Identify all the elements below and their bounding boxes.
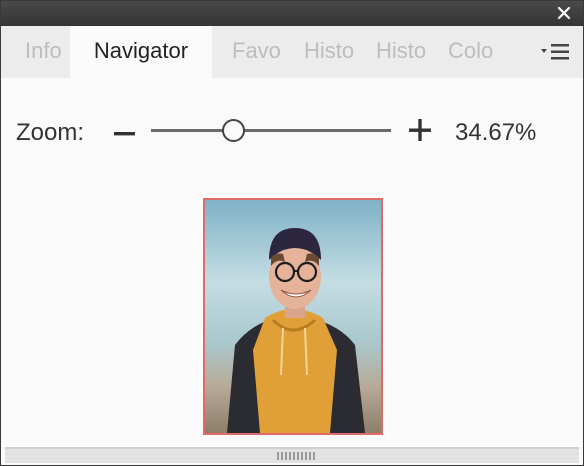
tab-bar: Info Navigator Favo Histo Histo Colo <box>1 26 583 78</box>
tab-favorites[interactable]: Favo <box>232 26 286 78</box>
photo-thumbnail <box>205 200 381 433</box>
close-icon[interactable] <box>555 4 573 22</box>
tab-info[interactable]: Info <box>25 26 69 78</box>
navigator-panel: Info Navigator Favo Histo Histo Colo Zoo… <box>0 0 584 466</box>
resize-grip-icon[interactable] <box>277 452 317 460</box>
minus-icon[interactable] <box>113 121 137 145</box>
panel-resize-bar[interactable] <box>5 447 579 463</box>
zoom-label: Zoom: <box>16 119 85 146</box>
slider-track[interactable] <box>151 129 391 132</box>
title-bar[interactable] <box>1 1 583 26</box>
tab-navigator[interactable]: Navigator <box>70 26 212 78</box>
zoom-slider[interactable] <box>151 118 391 144</box>
plus-icon[interactable] <box>408 118 432 142</box>
navigator-view-rectangle[interactable] <box>203 198 383 435</box>
tab-histogram[interactable]: Histo <box>304 26 358 78</box>
tab-history[interactable]: Histo <box>376 26 430 78</box>
tab-color[interactable]: Colo <box>448 26 502 78</box>
slider-thumb[interactable] <box>221 119 245 142</box>
panel-menu-icon[interactable] <box>541 43 571 61</box>
zoom-controls: Zoom: 34.67% <box>1 101 583 161</box>
zoom-percentage: 34.67% <box>455 119 537 146</box>
